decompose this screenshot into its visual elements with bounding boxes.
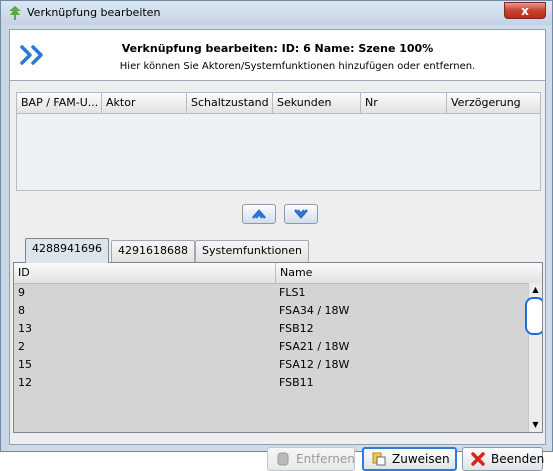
assigned-actors-table[interactable]: BAP / FAM-U... Aktor Schaltzustand Sekun… [16, 92, 541, 191]
scrollbar-thumb[interactable] [525, 297, 542, 335]
column-header-seconds[interactable]: Sekunden [273, 93, 361, 113]
row-id: 12 [18, 376, 32, 389]
tab-4288941696[interactable]: 4288941696 [25, 238, 109, 263]
column-header-switch-state[interactable]: Schaltzustand [187, 93, 273, 113]
window-close-button[interactable]: x [504, 2, 546, 19]
edit-link-dialog: Verknüpfung bearbeiten x Verknüpfung bea… [0, 0, 553, 471]
assigned-actors-header: BAP / FAM-U... Aktor Schaltzustand Sekun… [17, 93, 540, 114]
move-up-button[interactable] [242, 204, 276, 224]
header-subtitle: Hier können Sie Aktoren/Systemfunktionen… [119, 61, 476, 72]
device-table-scrollbar[interactable]: ▲ ▼ [525, 283, 542, 432]
row-name: FSA21 / 18W [279, 340, 350, 353]
assign-icon [372, 452, 386, 466]
column-header-name[interactable]: Name [276, 263, 542, 283]
chevron-double-up-icon [252, 209, 266, 219]
column-header-id[interactable]: ID [14, 263, 276, 283]
chevron-down-icon [294, 209, 308, 219]
close-button-label: Beenden [491, 452, 545, 466]
table-row[interactable]: 13 FSB12 [14, 320, 528, 338]
row-name: FSA12 / 18W [279, 358, 350, 371]
assign-button[interactable]: Zuweisen [362, 447, 457, 471]
row-name: FSB12 [279, 322, 314, 335]
dialog-content: Verknüpfung bearbeiten: ID: 6 Name: Szen… [9, 29, 546, 471]
scroll-down-arrow-icon[interactable]: ▼ [529, 418, 542, 432]
app-tree-icon [9, 6, 21, 20]
table-row[interactable]: 12 FSB11 [14, 374, 528, 392]
row-id: 8 [18, 304, 25, 317]
remove-button-label: Entfernen [296, 452, 355, 466]
header-title: Verknüpfung bearbeiten: ID: 6 Name: Szen… [121, 42, 434, 55]
column-header-number[interactable]: Nr [361, 93, 447, 113]
tab-4291618688[interactable]: 4291618688 [111, 240, 195, 262]
assign-button-label: Zuweisen [392, 452, 450, 466]
row-id: 13 [18, 322, 32, 335]
close-button[interactable]: Beenden [462, 447, 545, 471]
remove-icon [277, 452, 289, 466]
title-bar[interactable]: Verknüpfung bearbeiten x [1, 1, 552, 25]
remove-button[interactable]: Entfernen [267, 447, 355, 471]
table-row[interactable]: 9 FLS1 [14, 284, 528, 302]
row-name: FSA34 / 18W [279, 304, 350, 317]
row-name: FLS1 [279, 286, 306, 299]
tab-system-functions[interactable]: Systemfunktionen [195, 240, 310, 262]
column-header-actor[interactable]: Aktor [102, 93, 187, 113]
window-title: Verknüpfung bearbeiten [27, 6, 161, 19]
move-down-button[interactable] [284, 204, 318, 224]
device-table-header: ID Name [14, 263, 542, 284]
red-x-icon [471, 452, 485, 466]
device-table[interactable]: ID Name 9 FLS1 8 FSA34 / 18W 13 FSB12 2 … [13, 262, 543, 433]
window-frame-left [1, 25, 9, 451]
column-header-delay[interactable]: Verzögerung [447, 93, 540, 113]
row-id: 15 [18, 358, 32, 371]
row-id: 9 [18, 286, 25, 299]
table-row[interactable]: 2 FSA21 / 18W [14, 338, 528, 356]
column-header-bap[interactable]: BAP / FAM-U... [17, 93, 102, 113]
table-row[interactable]: 8 FSA34 / 18W [14, 302, 528, 320]
row-name: FSB11 [279, 376, 314, 389]
table-row[interactable]: 15 FSA12 / 18W [14, 356, 528, 374]
row-id: 2 [18, 340, 25, 353]
header-panel: Verknüpfung bearbeiten: ID: 6 Name: Szen… [10, 30, 545, 81]
scroll-up-arrow-icon[interactable]: ▲ [529, 283, 542, 297]
